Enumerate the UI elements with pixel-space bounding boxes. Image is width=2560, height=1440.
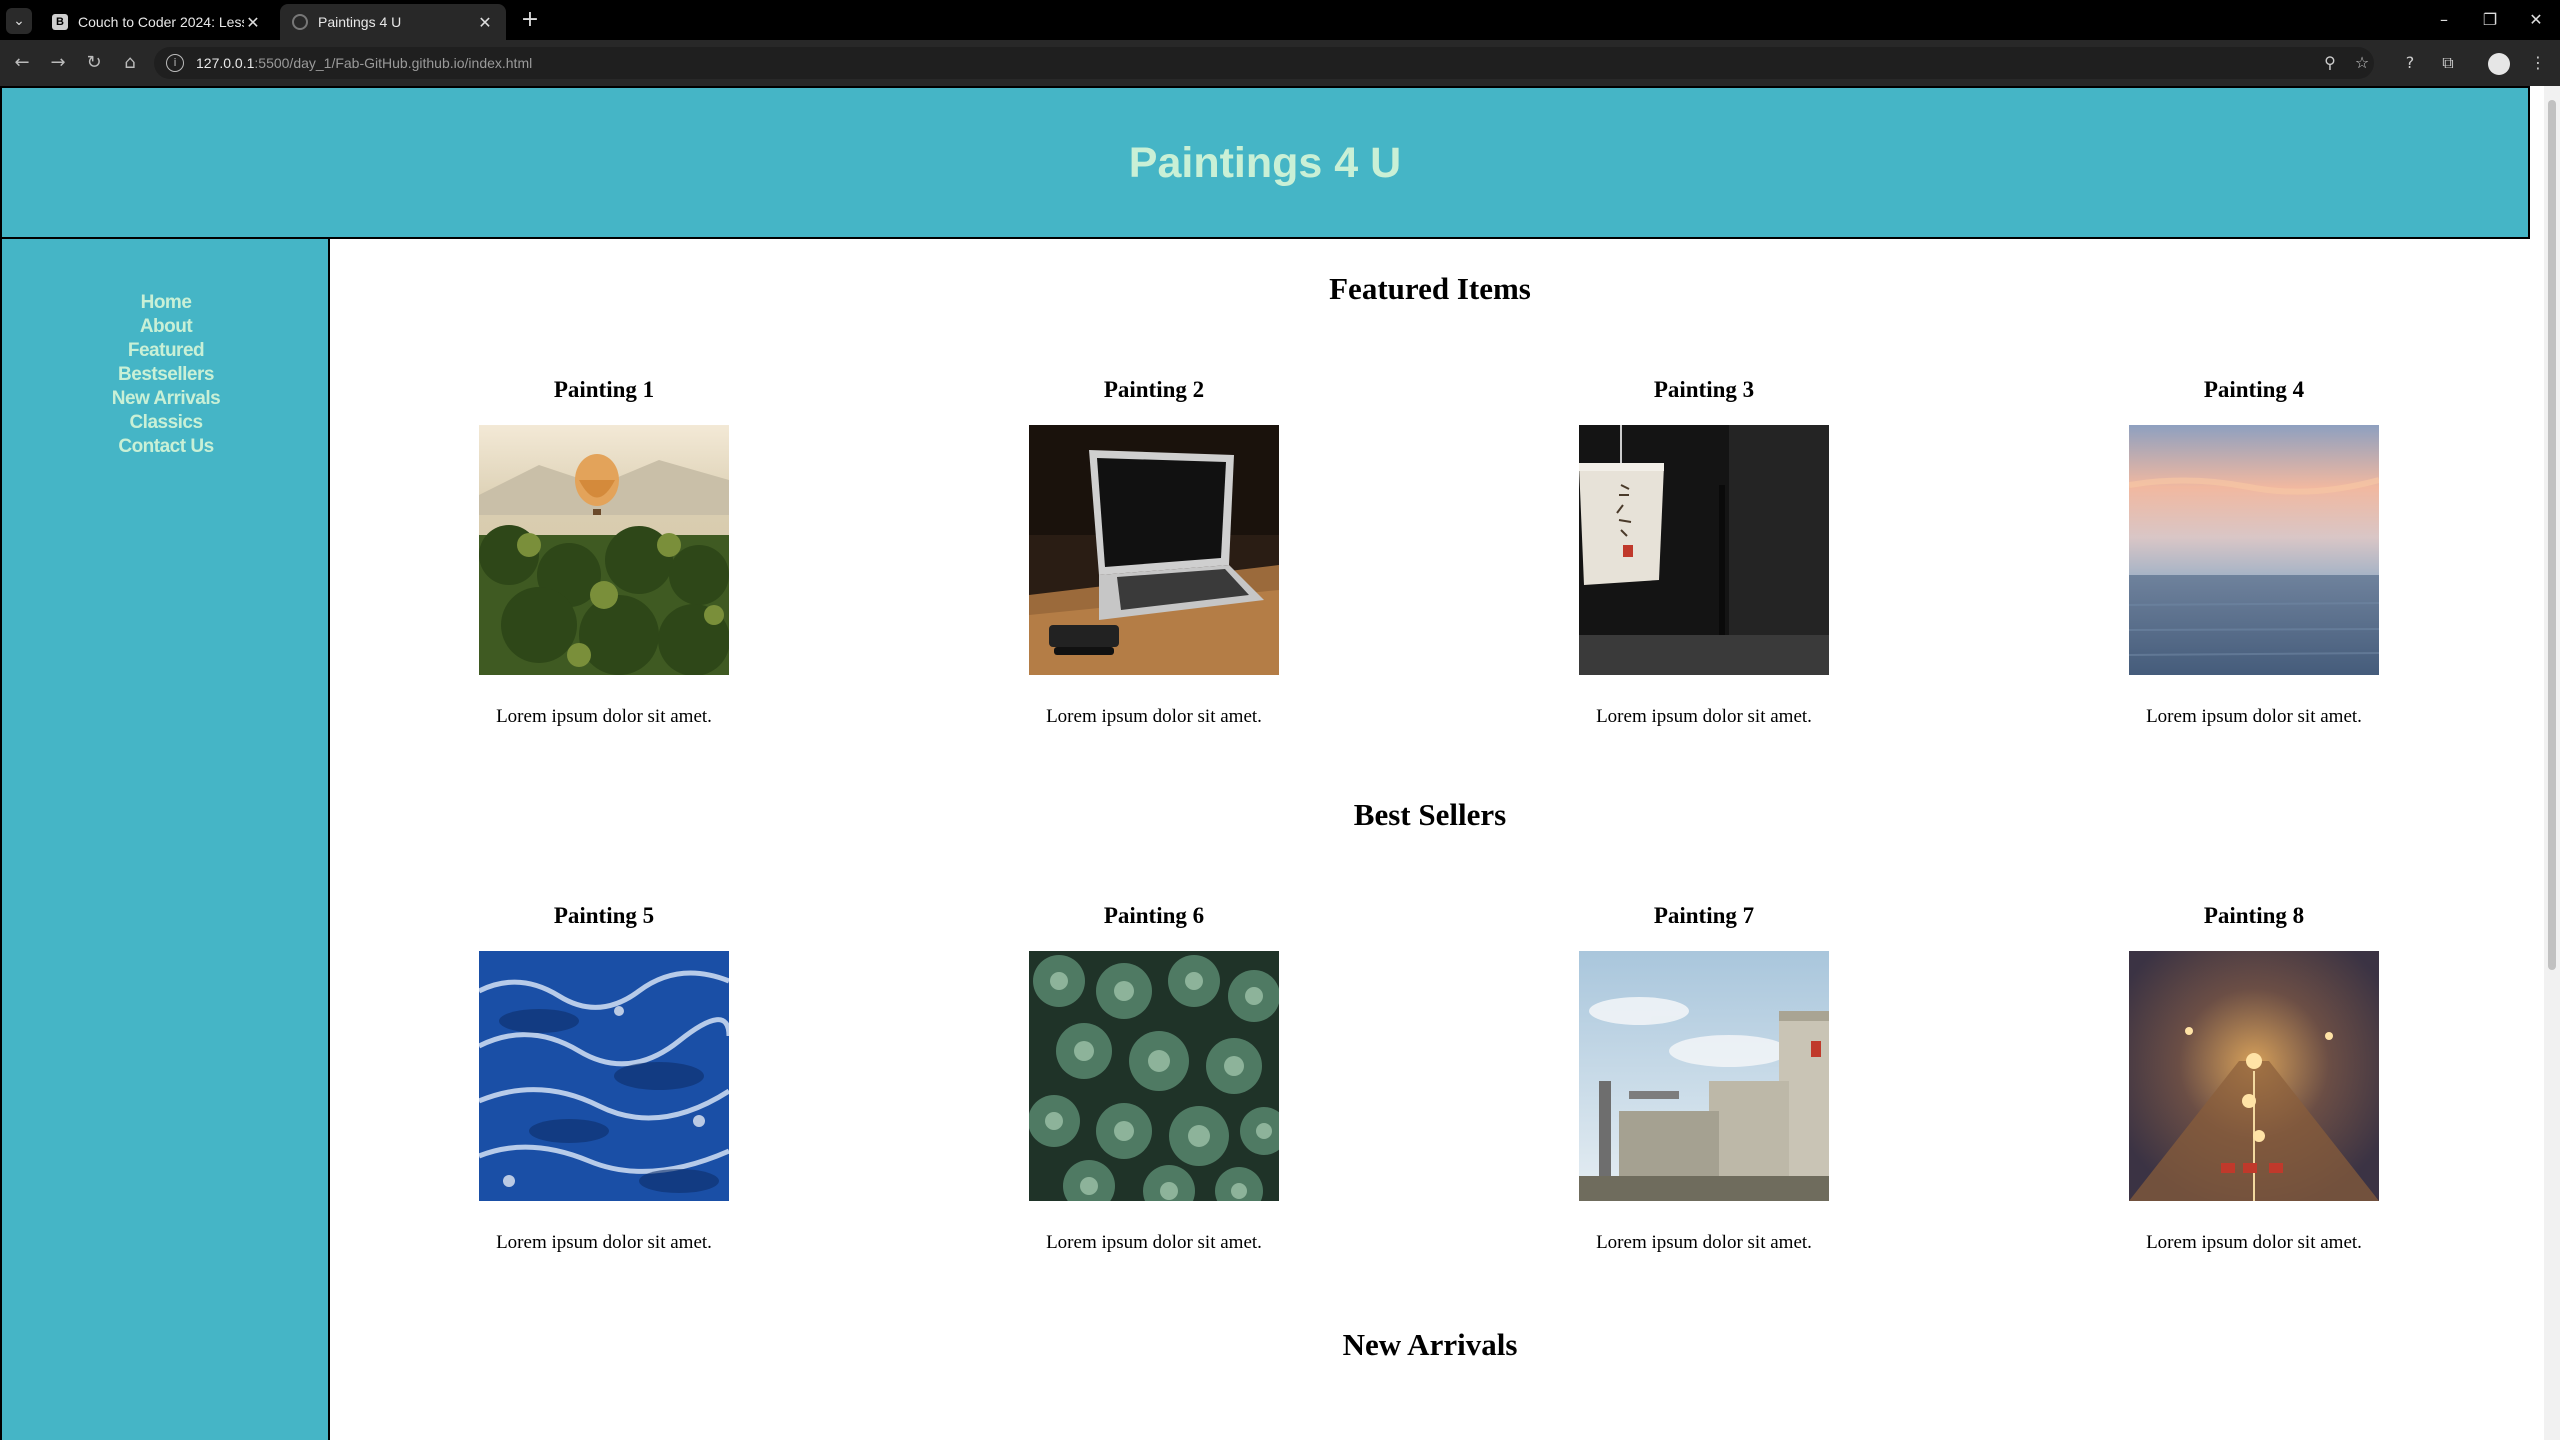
product-caption: Lorem ipsum dolor sit amet. bbox=[1046, 706, 1262, 727]
tab-paintings[interactable]: Paintings 4 U ✕ bbox=[280, 4, 506, 40]
product-caption: Lorem ipsum dolor sit amet. bbox=[1596, 706, 1812, 727]
painting-image-industrial[interactable] bbox=[1579, 951, 1829, 1201]
product-name: Painting 3 bbox=[1653, 377, 1755, 402]
product-card: Painting 3 Lorem ipsum dolor sit amet. bbox=[1554, 377, 1854, 728]
tab-title: Couch to Coder 2024: Lesson 4 bbox=[78, 14, 244, 30]
product-name: Painting 6 bbox=[1103, 903, 1205, 928]
painting-image-laptop[interactable] bbox=[1029, 425, 1279, 675]
product-name: Painting 5 bbox=[553, 903, 655, 928]
address-bar[interactable]: i 127.0.0.1:5500/day_1/Fab-GitHub.github… bbox=[154, 47, 2374, 79]
nav-link-new-arrivals[interactable]: New Arrivals bbox=[2, 387, 330, 411]
product-caption: Lorem ipsum dolor sit amet. bbox=[2146, 706, 2362, 727]
product-caption: Lorem ipsum dolor sit amet. bbox=[496, 1232, 712, 1253]
product-caption: Lorem ipsum dolor sit amet. bbox=[2146, 1232, 2362, 1253]
zoom-icon[interactable]: ⚲ bbox=[2318, 51, 2342, 75]
new-tab-button[interactable]: + bbox=[516, 6, 544, 34]
page-scrollbar[interactable] bbox=[2544, 86, 2560, 1440]
product-card: Painting 4 Lorem ipsum dolor sit amet. bbox=[2104, 377, 2404, 728]
main-content: Featured Items Painting 1 Lorem ipsum do… bbox=[330, 239, 2530, 1440]
painting-image-succulents[interactable] bbox=[1028, 951, 1288, 1217]
tab-favicon-globe-icon bbox=[292, 14, 308, 30]
extensions-puzzle-icon[interactable]: ⧉ bbox=[2436, 51, 2460, 75]
product-card: Painting 8 Lorem ipsum dolor sit amet. bbox=[2104, 903, 2404, 1254]
scrollbar-thumb[interactable] bbox=[2548, 100, 2556, 970]
site-info-icon[interactable]: i bbox=[166, 54, 184, 72]
home-icon[interactable]: ⌂ bbox=[116, 49, 144, 77]
menu-kebab-icon[interactable]: ⋮ bbox=[2526, 51, 2550, 75]
painting-image-waves[interactable] bbox=[477, 951, 732, 1201]
tab-favicon: B bbox=[52, 14, 68, 30]
extension-help-icon[interactable]: ? bbox=[2398, 51, 2422, 75]
close-tab-icon[interactable]: ✕ bbox=[244, 13, 262, 32]
product-card: Painting 6 Lorem ipsum dolor sit amet. bbox=[1004, 903, 1304, 1254]
url-text: 127.0.0.1:5500/day_1/Fab-GitHub.github.i… bbox=[196, 55, 533, 71]
product-card: Painting 1 Lorem ipsum dolor sit amet. bbox=[454, 377, 754, 728]
product-caption: Lorem ipsum dolor sit amet. bbox=[496, 706, 712, 727]
nav-link-featured[interactable]: Featured bbox=[2, 339, 330, 363]
painting-image-foggy-sea[interactable] bbox=[2128, 425, 2380, 675]
product-caption: Lorem ipsum dolor sit amet. bbox=[1046, 1232, 1262, 1253]
product-name: Painting 7 bbox=[1653, 903, 1755, 928]
reload-icon[interactable]: ↻ bbox=[80, 49, 108, 77]
product-card: Painting 7 Lorem ipsum dolor sit amet. bbox=[1554, 903, 1854, 1254]
restore-icon[interactable]: ❐ bbox=[2470, 6, 2510, 34]
nav-link-about[interactable]: About bbox=[2, 315, 330, 339]
sidebar: Home About Featured Bestsellers New Arri… bbox=[0, 239, 330, 1440]
sidebar-nav: Home About Featured Bestsellers New Arri… bbox=[2, 291, 330, 459]
nav-link-contact-us[interactable]: Contact Us bbox=[2, 435, 330, 459]
painting-image-night-street[interactable] bbox=[2129, 951, 2379, 1201]
product-name: Painting 4 bbox=[2203, 377, 2305, 402]
tab-search-icon[interactable]: ⌄ bbox=[6, 8, 32, 34]
bookmark-star-icon[interactable]: ☆ bbox=[2350, 51, 2374, 75]
nav-link-bestsellers[interactable]: Bestsellers bbox=[2, 363, 330, 387]
profile-avatar[interactable] bbox=[2488, 53, 2510, 75]
close-tab-icon[interactable]: ✕ bbox=[476, 13, 494, 32]
browser-toolbar: ← → ↻ ⌂ i 127.0.0.1:5500/day_1/Fab-GitHu… bbox=[0, 40, 2560, 86]
painting-image-balloon[interactable] bbox=[479, 425, 730, 676]
site-header: Paintings 4 U bbox=[0, 86, 2530, 239]
site-title: Paintings 4 U bbox=[1128, 139, 1402, 187]
forward-icon[interactable]: → bbox=[44, 49, 72, 77]
section-title-best-sellers: Best Sellers bbox=[1353, 797, 1507, 832]
section-title-featured: Featured Items bbox=[1329, 271, 1531, 306]
browser-tab-bar: ⌄ B Couch to Coder 2024: Lesson 4 ✕ Pain… bbox=[0, 0, 2560, 40]
minimize-icon[interactable]: – bbox=[2424, 6, 2464, 34]
product-name: Painting 8 bbox=[2203, 903, 2305, 928]
section-title-new-arrivals: New Arrivals bbox=[1342, 1327, 1518, 1362]
product-name: Painting 2 bbox=[1103, 377, 1205, 402]
product-card: Painting 2 Lorem ipsum dolor sit amet. bbox=[1004, 377, 1304, 728]
nav-link-home[interactable]: Home bbox=[2, 291, 330, 315]
product-name: Painting 1 bbox=[553, 377, 655, 402]
product-caption: Lorem ipsum dolor sit amet. bbox=[1596, 1232, 1812, 1253]
painting-image-lantern[interactable] bbox=[1579, 425, 1829, 675]
tab-lesson-4[interactable]: B Couch to Coder 2024: Lesson 4 ✕ bbox=[40, 4, 274, 40]
nav-link-classics[interactable]: Classics bbox=[2, 411, 330, 435]
page-viewport: Paintings 4 U Home About Featured Bestse… bbox=[0, 86, 2560, 1440]
close-window-icon[interactable]: ✕ bbox=[2516, 6, 2556, 34]
product-card: Painting 5 Lorem ipsum dolor sit amet. bbox=[454, 903, 754, 1254]
tab-title: Paintings 4 U bbox=[318, 14, 402, 30]
back-icon[interactable]: ← bbox=[8, 49, 36, 77]
